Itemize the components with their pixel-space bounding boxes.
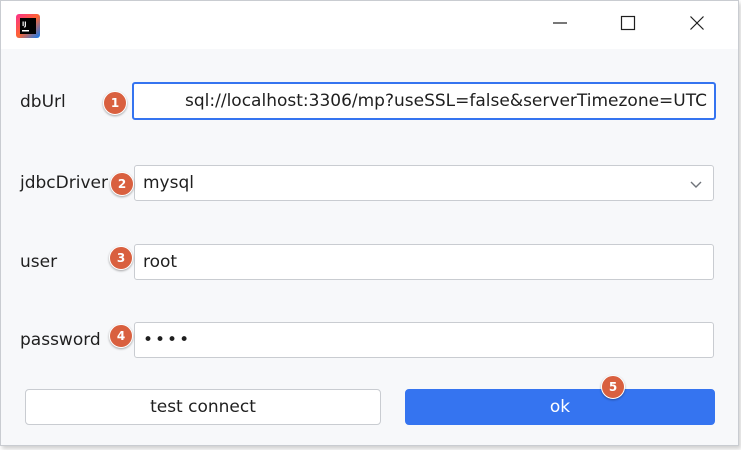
password-label: password [20, 330, 101, 350]
dburl-value: sql://localhost:3306/mp?useSSL=false&ser… [185, 91, 707, 111]
test-connect-button[interactable]: test connect [25, 389, 381, 425]
jdbcdriver-label: jdbcDriver [20, 173, 108, 193]
svg-text:IJ: IJ [22, 21, 26, 28]
maximize-button[interactable] [605, 1, 651, 49]
user-input[interactable]: root [134, 244, 714, 280]
minimize-button[interactable] [537, 1, 583, 49]
ok-button[interactable]: ok [405, 389, 715, 425]
jdbcdriver-value: mysql [143, 173, 194, 193]
password-input[interactable]: •••• [134, 322, 714, 358]
title-bar: IJ [1, 1, 738, 49]
jdbcdriver-select[interactable]: mysql [134, 165, 714, 201]
callout-badge-3: 3 [109, 246, 133, 270]
user-value: root [143, 252, 178, 272]
password-value: •••• [143, 330, 192, 350]
callout-badge-5: 5 [601, 375, 625, 399]
dburl-input[interactable]: sql://localhost:3306/mp?useSSL=false&ser… [132, 82, 716, 120]
close-button[interactable] [674, 1, 720, 49]
user-label: user [20, 252, 58, 272]
intellij-idea-icon: IJ [16, 14, 40, 38]
dburl-label: dbUrl [20, 92, 66, 112]
maximize-icon [620, 15, 636, 35]
close-icon [689, 15, 705, 35]
connection-dialog: IJ dbUrl sql://localhost:3306/mp?useSSL=… [0, 0, 739, 446]
callout-badge-1: 1 [103, 91, 127, 115]
minimize-icon [552, 15, 568, 35]
callout-badge-2: 2 [110, 172, 134, 196]
callout-badge-4: 4 [109, 324, 133, 348]
chevron-down-icon [689, 176, 703, 190]
